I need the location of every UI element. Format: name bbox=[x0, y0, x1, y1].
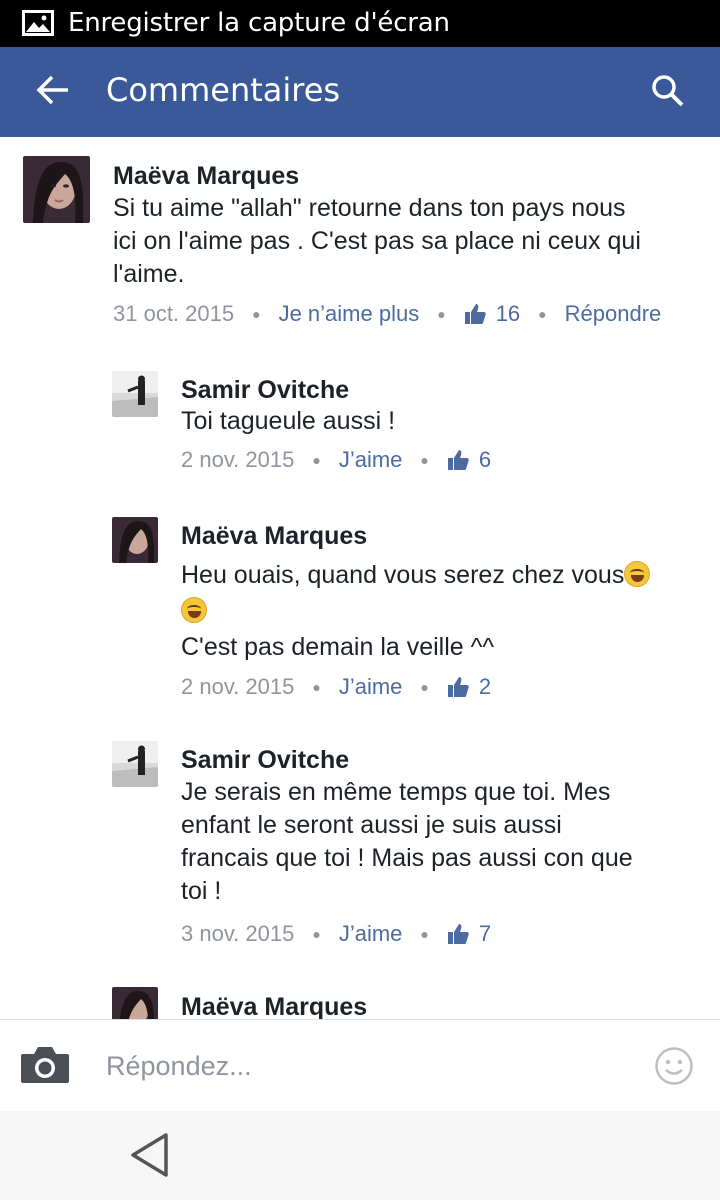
comment-line: Toi tagueule aussi ! bbox=[181, 407, 396, 435]
comment-line: francais que toi ! Mais pas aussi con qu… bbox=[181, 844, 633, 872]
emoji-button[interactable] bbox=[654, 1046, 694, 1086]
avatar[interactable] bbox=[112, 987, 158, 1019]
separator-dot: ● bbox=[252, 306, 261, 322]
avatar[interactable] bbox=[112, 371, 158, 417]
comment: Maëva Marques Heu ouais, quand vous sere… bbox=[0, 515, 720, 715]
comment-line: Heu ouais, quand vous serez chez vous bbox=[181, 557, 701, 593]
image-icon bbox=[22, 10, 54, 36]
comment-date: 3 nov. 2015 bbox=[181, 921, 295, 946]
like-count[interactable]: 16 bbox=[496, 301, 520, 327]
tears-of-joy-emoji-icon bbox=[181, 597, 207, 623]
thumbs-up-icon bbox=[447, 923, 469, 945]
comment-text: Heu ouais, quand vous serez chez vous C'… bbox=[181, 557, 701, 665]
separator-dot: ● bbox=[420, 452, 429, 468]
avatar[interactable] bbox=[23, 156, 90, 223]
comment-meta: 2 nov. 2015 ● J’aime ● 6 bbox=[181, 447, 491, 473]
separator-dot: ● bbox=[312, 679, 321, 695]
separator-dot: ● bbox=[420, 679, 429, 695]
comment-meta: 31 oct. 2015 ● Je n’aime plus ● 16 ● Rép… bbox=[113, 301, 661, 327]
comments-list: Maëva Marques Si tu aime "allah" retourn… bbox=[0, 137, 720, 1019]
comment-author[interactable]: Maëva Marques bbox=[181, 522, 367, 551]
like-count[interactable]: 2 bbox=[479, 674, 491, 700]
avatar[interactable] bbox=[112, 741, 158, 787]
thumbs-up-icon bbox=[464, 303, 486, 325]
status-bar: Enregistrer la capture d'écran bbox=[0, 0, 720, 47]
comment-line: enfant le seront aussi je suis aussi bbox=[181, 811, 562, 839]
comment-line: l'aime. bbox=[113, 260, 185, 288]
comment: Samir Ovitche Toi tagueule aussi ! 2 nov… bbox=[0, 367, 720, 487]
camera-button[interactable] bbox=[20, 1044, 72, 1088]
system-back-button[interactable] bbox=[128, 1131, 172, 1179]
like-count[interactable]: 6 bbox=[479, 447, 491, 473]
comment-author[interactable]: Maëva Marques bbox=[181, 993, 367, 1019]
search-icon bbox=[651, 74, 685, 113]
comment: Maëva Marques Si tu aime "allah" retourn… bbox=[0, 137, 720, 337]
comment-text: Si tu aime "allah" retourne dans ton pay… bbox=[113, 192, 693, 291]
comment-date: 31 oct. 2015 bbox=[113, 301, 235, 326]
comment-line bbox=[181, 593, 701, 629]
separator-dot: ● bbox=[312, 926, 321, 942]
comment-line-text: Heu ouais, quand vous serez chez vous bbox=[181, 561, 625, 589]
system-navigation-bar bbox=[0, 1111, 720, 1200]
comment: Samir Ovitche Je serais en même temps qu… bbox=[0, 739, 720, 969]
comment-line: Si tu aime "allah" retourne dans ton pay… bbox=[113, 194, 626, 222]
thumbs-up-icon bbox=[447, 676, 469, 698]
reply-input[interactable] bbox=[106, 1046, 626, 1086]
like-button[interactable]: J’aime bbox=[339, 447, 403, 473]
smiley-icon bbox=[654, 1047, 694, 1090]
comment-line: ici on l'aime pas . C'est pas sa place n… bbox=[113, 227, 641, 255]
tears-of-joy-emoji-icon bbox=[624, 561, 651, 587]
like-button[interactable]: J’aime bbox=[339, 674, 403, 700]
reply-bar bbox=[0, 1019, 720, 1111]
app-bar: Commentaires bbox=[0, 47, 720, 137]
camera-icon bbox=[20, 1047, 70, 1088]
triangle-back-icon bbox=[128, 1133, 172, 1183]
separator-dot: ● bbox=[437, 306, 446, 322]
like-count[interactable]: 7 bbox=[479, 921, 491, 947]
unlike-button[interactable]: Je n’aime plus bbox=[279, 301, 420, 327]
separator-dot: ● bbox=[420, 926, 429, 942]
comment-text: Toi tagueule aussi ! bbox=[181, 405, 691, 438]
arrow-left-icon bbox=[36, 75, 70, 110]
comment-meta: 3 nov. 2015 ● J’aime ● 7 bbox=[181, 921, 491, 947]
comment-author[interactable]: Samir Ovitche bbox=[181, 376, 349, 405]
thumbs-up-icon bbox=[447, 449, 469, 471]
comment-author[interactable]: Samir Ovitche bbox=[181, 746, 349, 775]
comment-line: Je serais en même temps que toi. Mes bbox=[181, 778, 611, 806]
comment-date: 2 nov. 2015 bbox=[181, 447, 295, 472]
comment-line: C'est pas demain la veille ^^ bbox=[181, 633, 495, 661]
reply-button[interactable]: Répondre bbox=[565, 301, 662, 327]
back-button[interactable] bbox=[28, 67, 78, 117]
separator-dot: ● bbox=[538, 306, 547, 322]
comment-meta: 2 nov. 2015 ● J’aime ● 2 bbox=[181, 674, 491, 700]
comment-line: toi ! bbox=[181, 877, 222, 905]
screenshot-notification-text: Enregistrer la capture d'écran bbox=[68, 8, 450, 38]
comment-text: Je serais en même temps que toi. Mes enf… bbox=[181, 776, 701, 908]
comment: Maëva Marques bbox=[0, 985, 720, 1019]
search-button[interactable] bbox=[642, 67, 694, 119]
separator-dot: ● bbox=[312, 452, 321, 468]
comment-date: 2 nov. 2015 bbox=[181, 674, 295, 699]
like-button[interactable]: J’aime bbox=[339, 921, 403, 947]
page-title: Commentaires bbox=[106, 71, 341, 109]
avatar[interactable] bbox=[112, 517, 158, 563]
comment-author[interactable]: Maëva Marques bbox=[113, 162, 299, 191]
